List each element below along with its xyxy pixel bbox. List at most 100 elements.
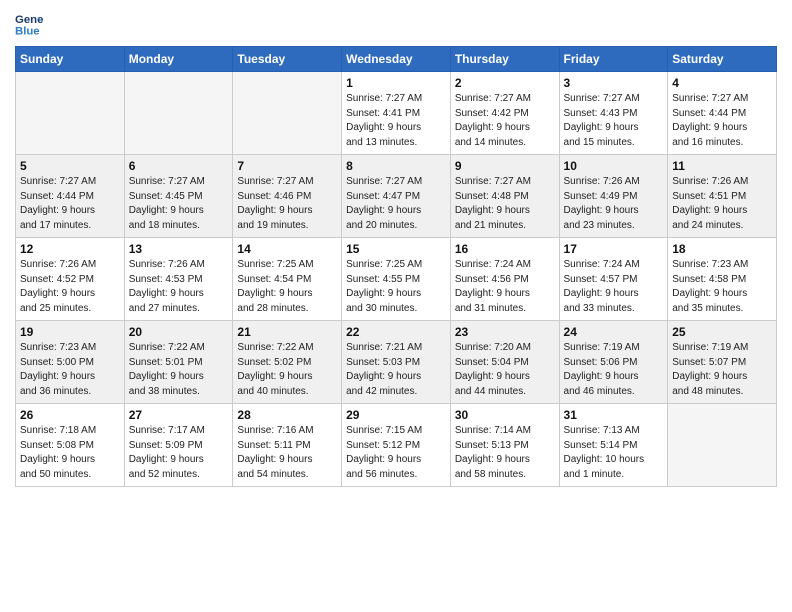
calendar-cell: 10Sunrise: 7:26 AM Sunset: 4:49 PM Dayli… xyxy=(559,155,668,238)
day-detail: Sunrise: 7:17 AM Sunset: 5:09 PM Dayligh… xyxy=(129,424,229,482)
weekday-header-tuesday: Tuesday xyxy=(233,47,342,72)
calendar-cell: 7Sunrise: 7:27 AM Sunset: 4:46 PM Daylig… xyxy=(233,155,342,238)
day-detail: Sunrise: 7:25 AM Sunset: 4:55 PM Dayligh… xyxy=(346,258,446,316)
day-number: 28 xyxy=(237,408,337,422)
calendar-cell: 1Sunrise: 7:27 AM Sunset: 4:41 PM Daylig… xyxy=(342,72,451,155)
calendar-week-row: 12 Sunrise: 7:26 AM Sunset: 4:52 PM Dayli… xyxy=(16,238,777,321)
day-detail: Sunrise: 7:22 AM Sunset: 5:02 PM Dayligh… xyxy=(237,341,337,399)
calendar-week-row: 19 Sunrise: 7:23 AM Sunset: 5:00 PM Dayli… xyxy=(16,321,777,404)
day-number: 30 xyxy=(455,408,555,422)
calendar-cell: 27 Sunrise: 7:17 AM Sunset: 5:09 PM Dayli… xyxy=(124,404,233,487)
calendar-cell: 13Sunrise: 7:26 AM Sunset: 4:53 PM Dayli… xyxy=(124,238,233,321)
day-number: 4 xyxy=(672,76,772,90)
day-number: 16 xyxy=(455,242,555,256)
calendar-cell: 31Sunrise: 7:13 AM Sunset: 5:14 PM Dayli… xyxy=(559,404,668,487)
day-detail: Sunrise: 7:27 AM Sunset: 4:43 PM Dayligh… xyxy=(564,92,664,150)
day-number: 8 xyxy=(346,159,446,173)
day-number: 29 xyxy=(346,408,446,422)
day-detail: Sunrise: 7:22 AM Sunset: 5:01 PM Dayligh… xyxy=(129,341,229,399)
day-number: 12 xyxy=(20,242,120,256)
weekday-header-row: SundayMondayTuesdayWednesdayThursdayFrid… xyxy=(16,47,777,72)
svg-text:Blue: Blue xyxy=(15,26,40,38)
day-detail: Sunrise: 7:15 AM Sunset: 5:12 PM Dayligh… xyxy=(346,424,446,482)
day-number: 10 xyxy=(564,159,664,173)
day-detail: Sunrise: 7:16 AM Sunset: 5:11 PM Dayligh… xyxy=(237,424,337,482)
day-detail: Sunrise: 7:23 AM Sunset: 5:00 PM Dayligh… xyxy=(20,341,120,399)
day-number: 22 xyxy=(346,325,446,339)
day-detail: Sunrise: 7:26 AM Sunset: 4:51 PM Dayligh… xyxy=(672,175,772,233)
day-detail: Sunrise: 7:25 AM Sunset: 4:54 PM Dayligh… xyxy=(237,258,337,316)
calendar-cell: 23 Sunrise: 7:20 AM Sunset: 5:04 PM Dayli… xyxy=(450,321,559,404)
day-detail: Sunrise: 7:13 AM Sunset: 5:14 PM Dayligh… xyxy=(564,424,664,482)
calendar-table: SundayMondayTuesdayWednesdayThursdayFrid… xyxy=(15,46,777,487)
day-number: 26 xyxy=(20,408,120,422)
day-detail: Sunrise: 7:27 AM Sunset: 4:48 PM Dayligh… xyxy=(455,175,555,233)
logo: General Blue xyxy=(15,10,43,38)
calendar-cell xyxy=(124,72,233,155)
day-number: 19 xyxy=(20,325,120,339)
calendar-cell: 21 Sunrise: 7:22 AM Sunset: 5:02 PM Dayli… xyxy=(233,321,342,404)
day-detail: Sunrise: 7:27 AM Sunset: 4:44 PM Dayligh… xyxy=(20,175,120,233)
day-detail: Sunrise: 7:14 AM Sunset: 5:13 PM Dayligh… xyxy=(455,424,555,482)
day-detail: Sunrise: 7:26 AM Sunset: 4:53 PM Dayligh… xyxy=(129,258,229,316)
day-number: 25 xyxy=(672,325,772,339)
day-number: 2 xyxy=(455,76,555,90)
day-number: 24 xyxy=(564,325,664,339)
calendar-cell: 4 Sunrise: 7:27 AM Sunset: 4:44 PM Daylig… xyxy=(668,72,777,155)
day-number: 27 xyxy=(129,408,229,422)
day-detail: Sunrise: 7:19 AM Sunset: 5:07 PM Dayligh… xyxy=(672,341,772,399)
calendar-cell: 22Sunrise: 7:21 AM Sunset: 5:03 PM Dayli… xyxy=(342,321,451,404)
day-detail: Sunrise: 7:20 AM Sunset: 5:04 PM Dayligh… xyxy=(455,341,555,399)
calendar-cell: 18 Sunrise: 7:23 AM Sunset: 4:58 PM Dayli… xyxy=(668,238,777,321)
day-detail: Sunrise: 7:27 AM Sunset: 4:41 PM Dayligh… xyxy=(346,92,446,150)
calendar-cell: 17Sunrise: 7:24 AM Sunset: 4:57 PM Dayli… xyxy=(559,238,668,321)
day-number: 6 xyxy=(129,159,229,173)
weekday-header-sunday: Sunday xyxy=(16,47,125,72)
day-number: 21 xyxy=(237,325,337,339)
calendar-week-row: 1Sunrise: 7:27 AM Sunset: 4:41 PM Daylig… xyxy=(16,72,777,155)
calendar-cell: 16 Sunrise: 7:24 AM Sunset: 4:56 PM Dayli… xyxy=(450,238,559,321)
day-detail: Sunrise: 7:27 AM Sunset: 4:44 PM Dayligh… xyxy=(672,92,772,150)
day-number: 23 xyxy=(455,325,555,339)
calendar-cell: 26 Sunrise: 7:18 AM Sunset: 5:08 PM Dayli… xyxy=(16,404,125,487)
calendar-week-row: 5 Sunrise: 7:27 AM Sunset: 4:44 PM Daylig… xyxy=(16,155,777,238)
header: General Blue xyxy=(15,10,777,38)
day-number: 5 xyxy=(20,159,120,173)
day-number: 14 xyxy=(237,242,337,256)
calendar-cell xyxy=(16,72,125,155)
weekday-header-wednesday: Wednesday xyxy=(342,47,451,72)
logo-icon: General Blue xyxy=(15,10,43,38)
weekday-header-saturday: Saturday xyxy=(668,47,777,72)
calendar-cell: 24 Sunrise: 7:19 AM Sunset: 5:06 PM Dayli… xyxy=(559,321,668,404)
calendar-cell: 2Sunrise: 7:27 AM Sunset: 4:42 PM Daylig… xyxy=(450,72,559,155)
calendar-cell: 15 Sunrise: 7:25 AM Sunset: 4:55 PM Dayli… xyxy=(342,238,451,321)
day-number: 20 xyxy=(129,325,229,339)
calendar-cell: 9Sunrise: 7:27 AM Sunset: 4:48 PM Daylig… xyxy=(450,155,559,238)
day-number: 11 xyxy=(672,159,772,173)
day-detail: Sunrise: 7:27 AM Sunset: 4:45 PM Dayligh… xyxy=(129,175,229,233)
day-detail: Sunrise: 7:19 AM Sunset: 5:06 PM Dayligh… xyxy=(564,341,664,399)
day-number: 15 xyxy=(346,242,446,256)
svg-text:General: General xyxy=(15,14,43,26)
day-detail: Sunrise: 7:26 AM Sunset: 4:52 PM Dayligh… xyxy=(20,258,120,316)
calendar-cell: 29 Sunrise: 7:15 AM Sunset: 5:12 PM Dayli… xyxy=(342,404,451,487)
calendar-cell: 11 Sunrise: 7:26 AM Sunset: 4:51 PM Dayli… xyxy=(668,155,777,238)
calendar-cell: 8Sunrise: 7:27 AM Sunset: 4:47 PM Daylig… xyxy=(342,155,451,238)
day-detail: Sunrise: 7:24 AM Sunset: 4:57 PM Dayligh… xyxy=(564,258,664,316)
calendar-cell: 28 Sunrise: 7:16 AM Sunset: 5:11 PM Dayli… xyxy=(233,404,342,487)
calendar-cell: 5 Sunrise: 7:27 AM Sunset: 4:44 PM Daylig… xyxy=(16,155,125,238)
calendar-cell: 19 Sunrise: 7:23 AM Sunset: 5:00 PM Dayli… xyxy=(16,321,125,404)
weekday-header-thursday: Thursday xyxy=(450,47,559,72)
weekday-header-monday: Monday xyxy=(124,47,233,72)
day-detail: Sunrise: 7:18 AM Sunset: 5:08 PM Dayligh… xyxy=(20,424,120,482)
page: General Blue SundayMondayTuesdayWednesda… xyxy=(0,0,792,612)
calendar-cell: 3Sunrise: 7:27 AM Sunset: 4:43 PM Daylig… xyxy=(559,72,668,155)
weekday-header-friday: Friday xyxy=(559,47,668,72)
calendar-cell: 25 Sunrise: 7:19 AM Sunset: 5:07 PM Dayli… xyxy=(668,321,777,404)
day-detail: Sunrise: 7:23 AM Sunset: 4:58 PM Dayligh… xyxy=(672,258,772,316)
calendar-cell xyxy=(668,404,777,487)
day-detail: Sunrise: 7:24 AM Sunset: 4:56 PM Dayligh… xyxy=(455,258,555,316)
calendar-cell: 14 Sunrise: 7:25 AM Sunset: 4:54 PM Dayli… xyxy=(233,238,342,321)
day-number: 7 xyxy=(237,159,337,173)
day-number: 18 xyxy=(672,242,772,256)
